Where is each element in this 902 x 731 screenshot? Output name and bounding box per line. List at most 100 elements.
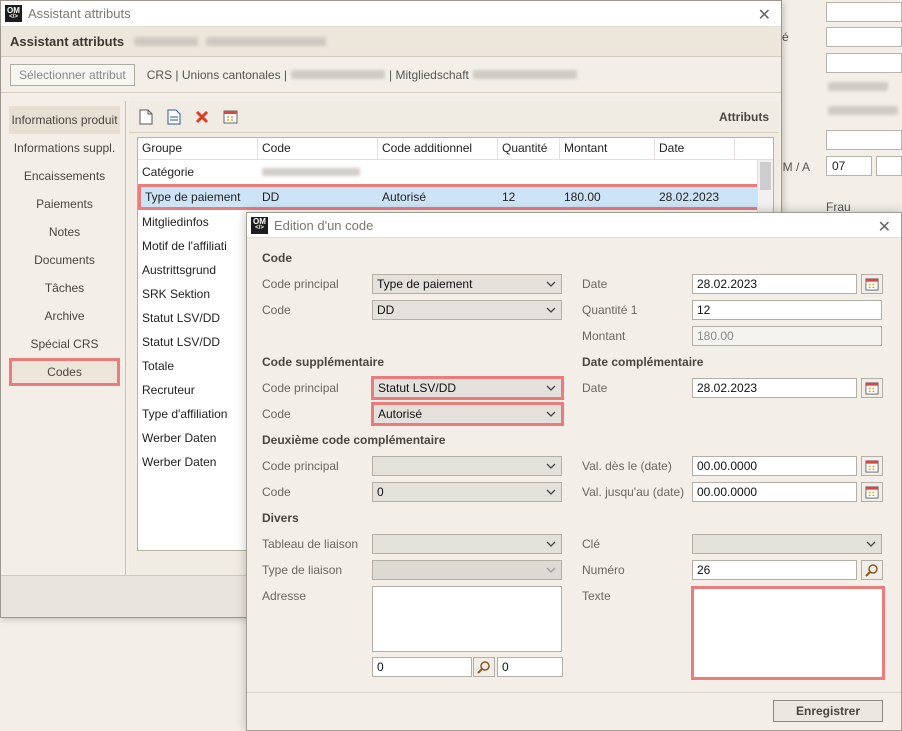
section-supp-code: Code supplémentaire bbox=[262, 355, 385, 369]
blurred-breadcrumb bbox=[472, 70, 577, 79]
cell-qty: 12 bbox=[502, 190, 516, 204]
col-quantite[interactable]: Quantité bbox=[498, 138, 560, 159]
close-icon[interactable]: ✕ bbox=[878, 217, 891, 237]
number-field[interactable]: 26 bbox=[692, 560, 857, 580]
bg-month-field[interactable] bbox=[876, 156, 902, 176]
nav-item-paiements[interactable]: Paiements bbox=[9, 190, 120, 218]
label-date: Date bbox=[582, 277, 608, 291]
valid-from-field[interactable]: 00.00.0000 bbox=[692, 456, 857, 476]
col-code-additionnel[interactable]: Code additionnel bbox=[378, 138, 498, 159]
cell-group: Statut LSV/DD bbox=[142, 311, 221, 325]
bg-day-field[interactable]: 07 bbox=[826, 156, 872, 176]
nav-item-taches[interactable]: Tâches bbox=[9, 274, 120, 302]
chevron-down-icon bbox=[546, 385, 556, 391]
label-supp-date: Date bbox=[582, 381, 608, 395]
select-attribute-button[interactable]: Sélectionner attribut bbox=[10, 63, 135, 86]
new-document-icon[interactable] bbox=[137, 108, 155, 126]
breadcrumb: CRS | Unions cantonales | | Mitgliedscha… bbox=[147, 68, 577, 82]
blurred-name bbox=[134, 37, 199, 46]
nav-item-informations-produit[interactable]: Informations produit bbox=[9, 106, 120, 134]
om-logo: OM </> bbox=[5, 5, 22, 22]
link-table-select[interactable] bbox=[372, 534, 562, 554]
cell-group: Motif de l'affiliati bbox=[142, 239, 227, 253]
date-field[interactable]: 28.02.2023 bbox=[692, 274, 857, 294]
assistant-header-title: Assistant attributs bbox=[10, 34, 125, 49]
save-button[interactable]: Enregistrer bbox=[773, 700, 883, 722]
col-code[interactable]: Code bbox=[258, 138, 378, 159]
label-supp-code: Code bbox=[262, 407, 291, 421]
table-row[interactable]: Catégorie bbox=[138, 160, 773, 184]
code-value: DD bbox=[377, 303, 395, 317]
cell-group: Austrittsgrund bbox=[142, 263, 217, 277]
address-textarea[interactable] bbox=[372, 586, 562, 652]
qty1-field[interactable]: 12 bbox=[692, 300, 882, 320]
attributes-panel-title: Attributs bbox=[719, 109, 769, 124]
cell-group: SRK Sektion bbox=[142, 287, 211, 301]
amount-field: 180.00 bbox=[692, 326, 882, 346]
dialog-title: Edition d'un code bbox=[274, 217, 374, 233]
close-icon[interactable]: ✕ bbox=[758, 5, 771, 25]
blurred-code bbox=[262, 168, 360, 176]
calendar-button[interactable] bbox=[861, 378, 883, 398]
calendar-button[interactable] bbox=[861, 456, 883, 476]
dialog-titlebar: OM </> Edition d'un code ✕ bbox=[247, 213, 901, 238]
cell-group: Werber Daten bbox=[142, 455, 217, 469]
code-select[interactable]: DD bbox=[372, 300, 562, 320]
label-link-type: Type de liaison bbox=[262, 563, 343, 577]
calendar-button[interactable] bbox=[861, 274, 883, 294]
col-date[interactable]: Date bbox=[655, 138, 735, 159]
chevron-down-icon bbox=[546, 307, 556, 313]
calendar-icon bbox=[865, 382, 879, 395]
bg-field-2[interactable] bbox=[826, 27, 902, 47]
scrollbar-thumb[interactable] bbox=[760, 162, 771, 190]
nav-item-notes[interactable]: Notes bbox=[9, 218, 120, 246]
label-code: Code bbox=[262, 303, 291, 317]
bg-field-4[interactable] bbox=[826, 130, 902, 150]
label-amount: Montant bbox=[582, 329, 626, 343]
supp-code-select[interactable]: Autorisé bbox=[371, 402, 564, 426]
cell-group: Recruteur bbox=[142, 383, 195, 397]
valid-to-field[interactable]: 00.00.0000 bbox=[692, 482, 857, 502]
section-second-code: Deuxième code complémentaire bbox=[262, 433, 446, 447]
assistant-window-title: Assistant attributs bbox=[28, 6, 131, 21]
second-code-select[interactable]: 0 bbox=[372, 482, 562, 502]
second-main-code-select[interactable] bbox=[372, 456, 562, 476]
label-second-main-code: Code principal bbox=[262, 459, 339, 473]
calendar-button[interactable] bbox=[861, 482, 883, 502]
nav-item-informations-suppl[interactable]: Informations suppl. bbox=[9, 134, 120, 162]
nav-item-special-crs[interactable]: Spécial CRS bbox=[9, 330, 120, 358]
edit-code-dialog: OM </> Edition d'un code ✕ Code Code prin… bbox=[246, 212, 902, 731]
chevron-down-icon bbox=[546, 463, 556, 469]
search-button[interactable] bbox=[473, 657, 495, 677]
bg-field-1[interactable] bbox=[826, 2, 902, 22]
nav-item-archive[interactable]: Archive bbox=[9, 302, 120, 330]
edit-document-icon[interactable] bbox=[165, 108, 183, 126]
address-number-field-2[interactable]: 0 bbox=[497, 657, 563, 677]
col-groupe[interactable]: Groupe bbox=[138, 138, 258, 159]
cell-group: Type d'affiliation bbox=[142, 407, 228, 421]
calendar-icon[interactable] bbox=[221, 108, 239, 126]
table-row-selected[interactable]: Type de paiement DD Autorisé 12 180.00 2… bbox=[138, 184, 773, 210]
address-number-field-1[interactable]: 0 bbox=[372, 657, 472, 677]
label-second-code: Code bbox=[262, 485, 291, 499]
calendar-icon bbox=[865, 486, 879, 499]
chevron-down-icon bbox=[546, 489, 556, 495]
supp-main-code-select[interactable]: Statut LSV/DD bbox=[371, 376, 564, 400]
text-textarea[interactable] bbox=[691, 586, 885, 680]
search-button[interactable] bbox=[861, 560, 883, 580]
bg-field-3[interactable] bbox=[826, 53, 902, 73]
nav-item-codes[interactable]: Codes bbox=[9, 358, 120, 386]
breadcrumb-part2: | Mitgliedschaft bbox=[389, 67, 469, 82]
cell-group: Statut LSV/DD bbox=[142, 335, 221, 349]
assistant-titlebar: OM </> Assistant attributs ✕ bbox=[1, 1, 781, 27]
key-select[interactable] bbox=[692, 534, 882, 554]
cell-code bbox=[258, 165, 378, 179]
supp-date-field[interactable]: 28.02.2023 bbox=[692, 378, 857, 398]
nav-item-encaissements[interactable]: Encaissements bbox=[9, 162, 120, 190]
nav-item-documents[interactable]: Documents bbox=[9, 246, 120, 274]
delete-icon[interactable] bbox=[193, 108, 211, 126]
col-montant[interactable]: Montant bbox=[560, 138, 655, 159]
left-nav: Informations produit Informations suppl.… bbox=[4, 101, 126, 577]
main-code-select[interactable]: Type de paiement bbox=[372, 274, 562, 294]
om-logo: OM </> bbox=[251, 216, 268, 234]
